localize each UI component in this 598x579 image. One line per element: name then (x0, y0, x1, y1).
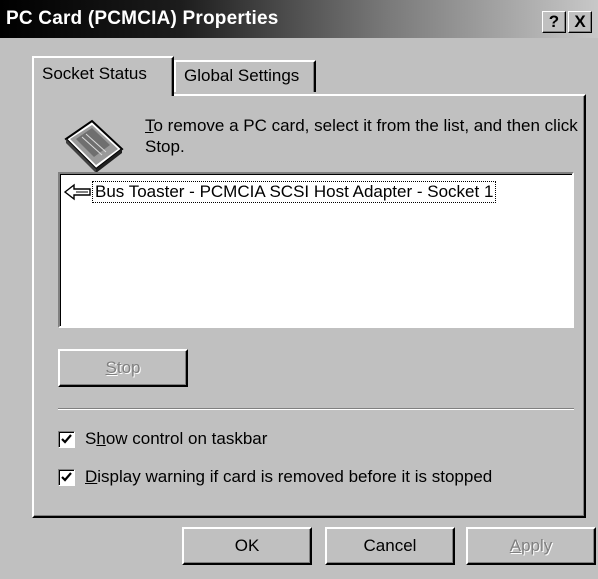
show-control-mnemonic: h (96, 429, 106, 448)
pc-card-icon (62, 115, 128, 175)
show-control-label: Show control on taskbar (85, 429, 267, 449)
display-warning-checkbox-row[interactable]: Display warning if card is removed befor… (58, 467, 492, 487)
tab-socket-status[interactable]: Socket Status (32, 56, 174, 96)
apply-rest: pply (521, 536, 553, 555)
cancel-button[interactable]: Cancel (325, 527, 455, 565)
instruction-rest: o remove a PC card, select it from the l… (145, 116, 578, 156)
checkmark-icon (61, 433, 72, 444)
apply-mnemonic: A (509, 536, 522, 555)
device-label: Bus Toaster - PCMCIA SCSI Host Adapter -… (92, 181, 497, 203)
tab-global-settings[interactable]: Global Settings (174, 60, 316, 92)
show-control-checkbox-row[interactable]: Show control on taskbar (58, 429, 267, 449)
close-button[interactable]: X (568, 11, 592, 33)
tab-socket-status-label: Socket Status (42, 64, 147, 83)
show-control-checkbox[interactable] (58, 430, 75, 448)
instruction-text: To remove a PC card, select it from the … (145, 115, 585, 157)
stop-rest: top (116, 358, 141, 377)
display-warning-checkbox[interactable] (58, 468, 75, 486)
stop-button[interactable]: Stop (58, 349, 188, 387)
show-control-pre: S (85, 429, 97, 448)
window-title: PC Card (PCMCIA) Properties (6, 8, 279, 29)
display-warning-rest: isplay warning if card is removed before… (97, 467, 493, 486)
separator (58, 408, 574, 410)
display-warning-mnemonic: D (85, 467, 98, 486)
checkmark-icon (61, 471, 72, 482)
title-bar[interactable]: PC Card (PCMCIA) Properties ? X (0, 0, 598, 38)
device-list[interactable]: Bus Toaster - PCMCIA SCSI Host Adapter -… (58, 172, 574, 328)
stop-mnemonic: S (105, 358, 117, 377)
ok-button[interactable]: OK (182, 527, 312, 565)
help-button[interactable]: ? (542, 11, 566, 33)
pc-card-properties-dialog: PC Card (PCMCIA) Properties ? X Socket S… (0, 0, 598, 579)
list-item[interactable]: Bus Toaster - PCMCIA SCSI Host Adapter -… (63, 180, 497, 204)
instruction-mnemonic: T (145, 116, 154, 135)
tab-global-settings-label: Global Settings (184, 66, 300, 85)
show-control-rest: ow control on taskbar (105, 429, 268, 448)
apply-button[interactable]: Apply (466, 527, 596, 565)
pc-card-device-icon (63, 182, 92, 202)
display-warning-label: Display warning if card is removed befor… (85, 467, 492, 487)
